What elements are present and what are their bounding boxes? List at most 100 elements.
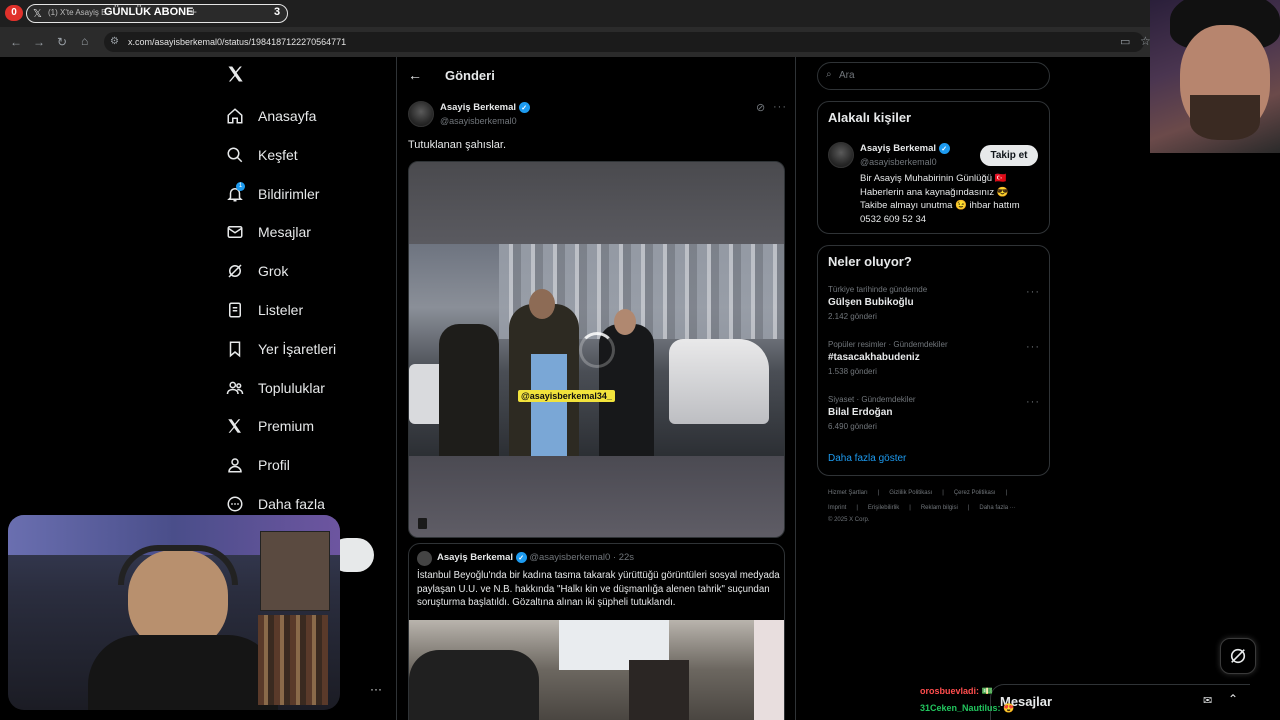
trend-meta: Siyaset · Gündemdekiler	[828, 395, 916, 404]
trend-count: 2.142 gönderi	[828, 312, 877, 321]
tab-count-badge[interactable]: 0	[5, 5, 23, 21]
video-play-icon[interactable]	[418, 518, 427, 529]
trend-item[interactable]: Siyaset · Gündemdekiler Bilal Erdoğan 6.…	[828, 395, 1042, 431]
chat-line: 31Ceken_Nautilus: 😍	[920, 703, 1014, 714]
bio-line: Takibe almayı unutma 😉 ihbar hattım	[860, 200, 1020, 211]
x-logo-icon[interactable]	[226, 64, 248, 86]
person-icon	[226, 456, 244, 474]
nav-item-8[interactable]: Premium	[226, 409, 386, 443]
post-text: Tutuklanan şahıslar.	[408, 139, 507, 151]
nav-item-4[interactable]: Grok	[226, 254, 386, 288]
nav-item-9[interactable]: Profil	[226, 448, 386, 482]
bell-icon: 1	[226, 182, 245, 203]
trend-more-icon[interactable]: ···	[1026, 341, 1040, 353]
trend-meta: Popüler resimler · Gündemdekiler	[828, 340, 948, 349]
search-input[interactable]: Ara	[839, 70, 855, 81]
nav-label: Premium	[258, 418, 315, 434]
nav-label: Keşfet	[258, 147, 298, 163]
loading-spinner-icon	[579, 332, 615, 368]
page-title: Gönderi	[445, 68, 495, 83]
x-favicon-icon: 𝕏	[33, 8, 42, 20]
back-icon[interactable]: ←	[10, 35, 22, 49]
trend-title: Bilal Erdoğan	[828, 407, 893, 418]
nav-label: Grok	[258, 263, 289, 279]
footer-link[interactable]: Erişilebilirlik	[868, 505, 899, 511]
webcam-top-right	[1150, 0, 1280, 153]
home-icon	[226, 107, 244, 125]
author-handle[interactable]: @asayisberkemal0	[440, 116, 517, 126]
search-icon	[226, 146, 244, 164]
trend-more-icon[interactable]: ···	[1026, 286, 1040, 298]
nav-item-7[interactable]: Topluluklar	[226, 371, 386, 405]
grok-icon	[226, 262, 244, 280]
home-browser-icon[interactable]: ⌂	[81, 34, 88, 48]
related-name[interactable]: Asayiş Berkemal ✓	[860, 143, 950, 154]
forward-icon[interactable]: →	[33, 35, 45, 49]
trend-item[interactable]: Popüler resimler · Gündemdekiler #tasaca…	[828, 340, 1042, 376]
nav-item-10[interactable]: Daha fazla	[226, 487, 386, 521]
trend-item[interactable]: Türkiye tarihinde gündemde Gülşen Bubiko…	[828, 285, 1042, 321]
new-tab-button[interactable]: +	[190, 5, 197, 19]
nav-item-5[interactable]: Listeler	[226, 293, 386, 327]
tab-title: (1) X'te Asayiş B...	[48, 8, 108, 17]
bio-line: Haberlerin ana kaynağındasınız 😎	[860, 186, 1009, 198]
follow-button[interactable]: Takip et	[980, 145, 1038, 166]
search-icon: ⌕	[826, 69, 832, 80]
author-avatar[interactable]	[408, 101, 434, 127]
related-verified-icon: ✓	[938, 143, 950, 154]
nav-item-1[interactable]: Keşfet	[226, 138, 386, 172]
nav-item-3[interactable]: Mesajlar	[226, 215, 386, 249]
footer-link[interactable]: Çerez Politikası	[954, 490, 996, 496]
account-more-dots[interactable]: ···	[370, 682, 382, 696]
footer-link[interactable]: Hizmet Şartları	[828, 490, 868, 496]
reload-icon[interactable]: ↻	[57, 35, 67, 49]
footer-link[interactable]: Gizlilik Politikası	[889, 490, 932, 496]
people-icon	[226, 379, 244, 397]
post-more-icon[interactable]: ···	[773, 101, 787, 113]
chat-msg: 💵	[981, 686, 993, 696]
quoted-post[interactable]: Asayiş Berkemal ✓ @asayisberkemal0 · 22s…	[408, 543, 785, 720]
related-avatar[interactable]	[828, 142, 854, 168]
chat-user: orosbuevladi:	[920, 686, 980, 696]
footer-link[interactable]: Reklam bilgisi	[921, 505, 958, 511]
quoted-verified-icon: ✓	[515, 552, 527, 563]
related-bio: Bir Asayiş Muhabirinin Günlüğü 🇹🇷 Haberl…	[860, 172, 1042, 226]
quoted-image	[409, 620, 784, 720]
nav-label: Profil	[258, 457, 290, 473]
show-more-link[interactable]: Daha fazla göster	[828, 453, 906, 464]
install-app-icon[interactable]: ▭	[1120, 35, 1130, 49]
related-handle[interactable]: @asayisberkemal0	[860, 157, 937, 167]
post-video[interactable]: @asayisberkemal34_	[408, 161, 785, 538]
author-name[interactable]: Asayiş Berkemal ✓	[440, 102, 530, 113]
site-settings-icon[interactable]: ⚙	[110, 35, 119, 49]
author-name-text[interactable]: Asayiş Berkemal	[440, 102, 516, 113]
nav-item-2[interactable]: 1 Bildirimler	[226, 177, 386, 211]
grok-float-button[interactable]	[1220, 638, 1256, 674]
stream-overlay-label: GÜNLÜK ABONE	[104, 6, 194, 18]
url-text[interactable]: x.com/asayisberkemal0/status/19841871222…	[128, 37, 346, 47]
back-arrow-icon[interactable]: ←	[408, 67, 422, 83]
quoted-author: Asayiş Berkemal ✓ @asayisberkemal0 · 22s	[437, 552, 634, 563]
chat-msg: 😍	[1003, 703, 1015, 713]
nav-item-0[interactable]: Anasayfa	[226, 99, 386, 133]
list-icon	[226, 301, 244, 319]
trend-meta: Türkiye tarihinde gündemde	[828, 285, 928, 294]
grok-explain-icon[interactable]: ⊘	[756, 101, 765, 114]
related-name-text[interactable]: Asayiş Berkemal	[860, 143, 936, 154]
nav-item-6[interactable]: Yer İşaretleri	[226, 332, 386, 366]
trend-title: Gülşen Bubikoğlu	[828, 297, 914, 308]
bookmark-icon	[226, 340, 244, 358]
mail-icon	[226, 223, 244, 241]
footer-link[interactable]: Imprint	[828, 505, 846, 511]
footer-link[interactable]: Daha fazla ···	[979, 505, 1015, 511]
nav-label: Daha fazla	[258, 496, 325, 512]
chat-line: orosbuevladi: 💵	[920, 686, 993, 697]
verified-badge-icon: ✓	[518, 102, 530, 113]
quoted-author-name: Asayiş Berkemal	[437, 552, 514, 564]
trend-more-icon[interactable]: ···	[1026, 396, 1040, 408]
new-message-icon[interactable]: ✉	[1203, 694, 1212, 707]
webcam-bottom-left	[8, 515, 340, 710]
copyright: © 2025 X Corp.	[828, 517, 870, 523]
expand-icon[interactable]: ⌃	[1228, 692, 1238, 706]
x-logo-icon	[226, 417, 244, 435]
